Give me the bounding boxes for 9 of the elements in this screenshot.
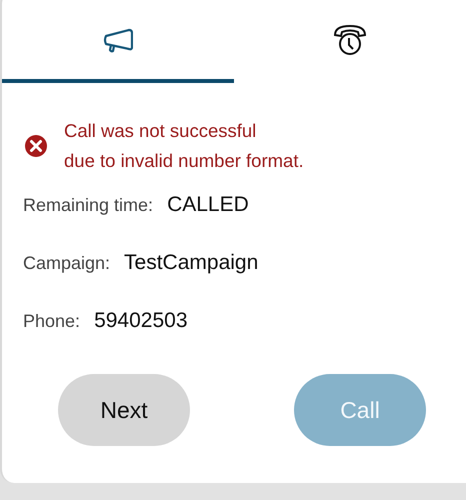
- field-label: Campaign:: [23, 252, 110, 274]
- field-value: 59402503: [94, 309, 188, 333]
- field-value: TestCampaign: [124, 251, 258, 275]
- error-message: due to invalid number format.: [64, 149, 304, 173]
- error-message: Call was not successful: [64, 119, 258, 143]
- field-value: CALLED: [167, 193, 249, 217]
- next-button[interactable]: Next: [58, 374, 190, 446]
- field-label: Remaining time:: [23, 194, 154, 216]
- field-label: Phone:: [23, 310, 80, 332]
